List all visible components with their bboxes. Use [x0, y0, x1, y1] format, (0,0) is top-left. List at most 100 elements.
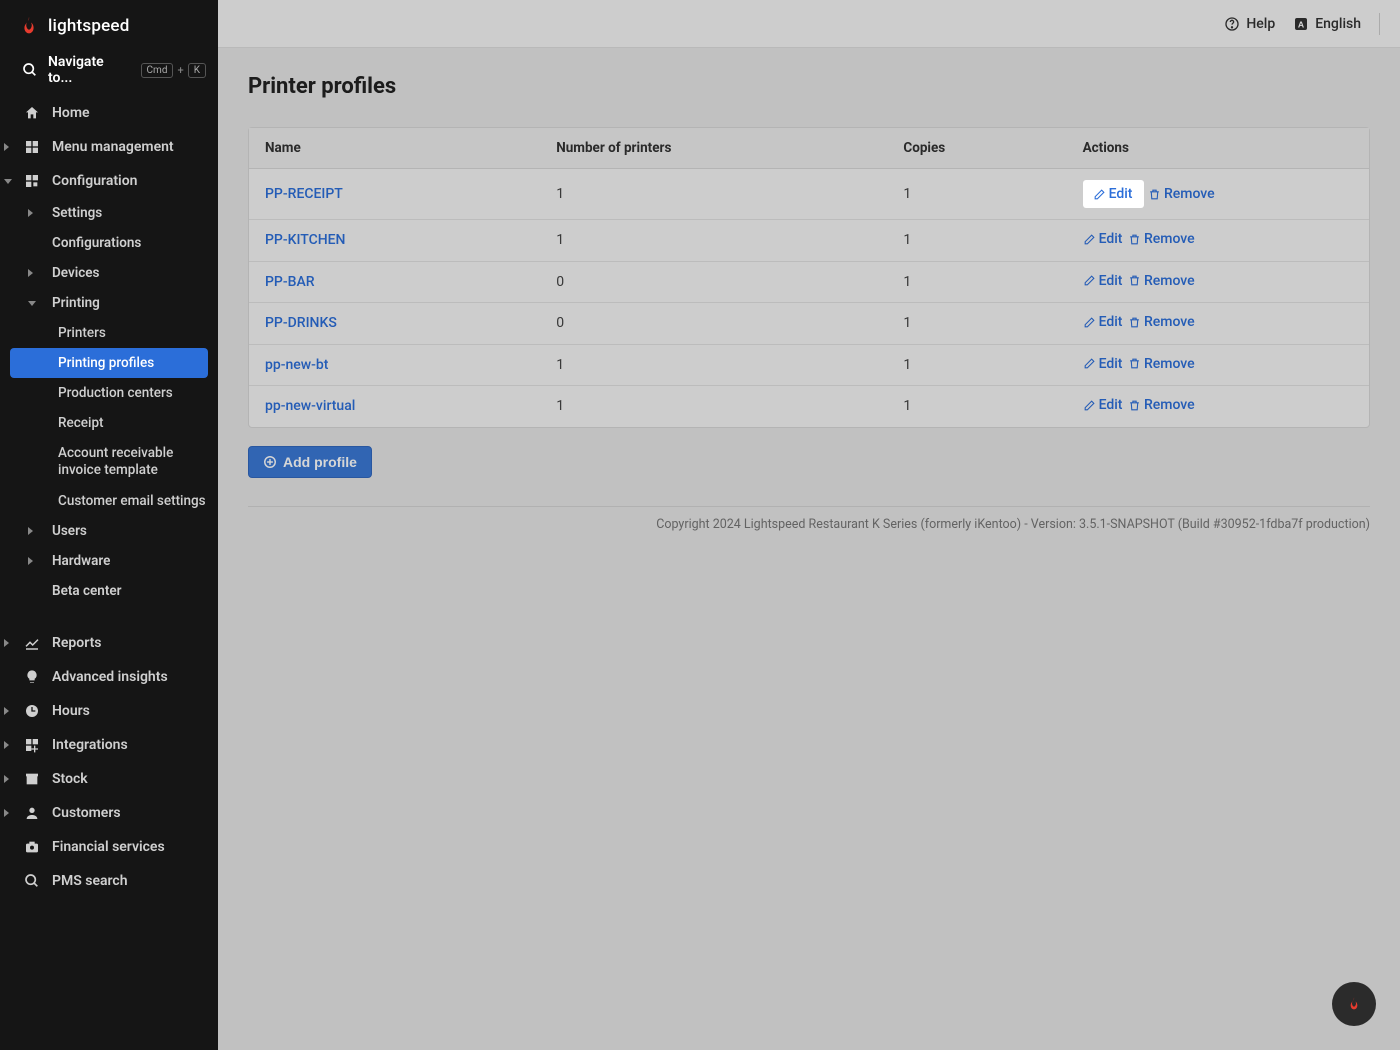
- sidebar-item-label: Hours: [52, 703, 90, 719]
- camera-icon: [22, 839, 42, 855]
- cell-actions: Edit Remove: [1067, 220, 1369, 262]
- profile-name-link[interactable]: pp-new-bt: [265, 357, 328, 373]
- sidebar-subsub-ar-invoice[interactable]: Account receivable invoice template: [0, 438, 218, 486]
- sidebar-subsub-printing-profiles[interactable]: Printing profiles: [10, 348, 208, 378]
- svg-text:A: A: [1298, 19, 1305, 29]
- edit-button[interactable]: Edit: [1083, 231, 1123, 247]
- sidebar-sub-devices[interactable]: Devices: [0, 258, 218, 288]
- edit-button[interactable]: Edit: [1083, 397, 1123, 413]
- sidebar-subsub-printers[interactable]: Printers: [0, 318, 218, 348]
- sidebar-item-customers[interactable]: Customers: [0, 796, 218, 830]
- page-title: Printer profiles: [248, 74, 1370, 99]
- chevron-down-icon: [4, 179, 12, 184]
- layout-icon: [22, 173, 42, 189]
- cell-printers: 1: [540, 169, 887, 220]
- remove-button[interactable]: Remove: [1128, 273, 1195, 289]
- plus-circle-icon: [263, 455, 277, 469]
- remove-button[interactable]: Remove: [1128, 314, 1195, 330]
- profile-name-link[interactable]: PP-BAR: [265, 274, 315, 290]
- sidebar-subsub-customer-email[interactable]: Customer email settings: [0, 486, 218, 516]
- chevron-right-icon: [28, 557, 33, 565]
- edit-button[interactable]: Edit: [1083, 273, 1123, 289]
- sidebar-item-pms-search[interactable]: PMS search: [0, 864, 218, 898]
- cell-printers: 1: [540, 386, 887, 427]
- sidebar-item-configuration[interactable]: Configuration: [0, 164, 218, 198]
- content: Printer profiles Name Number of printers…: [218, 48, 1400, 1050]
- remove-button[interactable]: Remove: [1128, 231, 1195, 247]
- chevron-right-icon: [4, 775, 9, 783]
- cell-copies: 1: [887, 220, 1066, 262]
- sidebar-item-integrations[interactable]: Integrations: [0, 728, 218, 762]
- chevron-right-icon: [4, 639, 9, 647]
- profiles-table-card: Name Number of printers Copies Actions P…: [248, 127, 1370, 428]
- sidebar-item-label: Production centers: [58, 385, 173, 401]
- chevron-right-icon: [4, 707, 9, 715]
- sidebar-item-advanced-insights[interactable]: Advanced insights: [0, 660, 218, 694]
- sidebar-item-label: Menu management: [52, 139, 174, 155]
- trash-icon: [1128, 399, 1141, 412]
- col-actions: Actions: [1067, 128, 1369, 169]
- cell-actions: Edit Remove: [1067, 169, 1369, 220]
- trash-icon: [1148, 188, 1161, 201]
- nav-search-placeholder: Navigate to...: [48, 54, 131, 86]
- edit-icon: [1083, 357, 1096, 370]
- sidebar-item-menu-management[interactable]: Menu management: [0, 130, 218, 164]
- sidebar-sub-users[interactable]: Users: [0, 516, 218, 546]
- help-fab[interactable]: [1332, 982, 1376, 1026]
- cell-actions: Edit Remove: [1067, 261, 1369, 303]
- profile-name-link[interactable]: pp-new-virtual: [265, 398, 355, 414]
- sidebar-sub-configurations[interactable]: Configurations: [0, 228, 218, 258]
- sidebar-item-home[interactable]: Home: [0, 96, 218, 130]
- sidebar-sub-beta-center[interactable]: Beta center: [0, 576, 218, 606]
- sidebar-item-financial-services[interactable]: Financial services: [0, 830, 218, 864]
- search-icon: [22, 873, 42, 889]
- sidebar-sub-printing[interactable]: Printing: [0, 288, 218, 318]
- main-area: Help A English Printer profiles Name Num…: [218, 0, 1400, 1050]
- sidebar-subsub-production-centers[interactable]: Production centers: [0, 378, 218, 408]
- help-icon: [1224, 16, 1240, 32]
- sidebar: lightspeed Navigate to... Cmd + K Home M…: [0, 0, 218, 1050]
- chevron-right-icon: [28, 269, 33, 277]
- chevron-right-icon: [4, 741, 9, 749]
- sidebar-item-hours[interactable]: Hours: [0, 694, 218, 728]
- sidebar-item-reports[interactable]: Reports: [0, 626, 218, 660]
- profile-name-link[interactable]: PP-RECEIPT: [265, 186, 343, 202]
- edit-button[interactable]: Edit: [1083, 356, 1123, 372]
- table-row: pp-new-virtual 1 1 Edit Remove: [249, 386, 1369, 427]
- language-label: English: [1315, 16, 1361, 32]
- sidebar-item-label: Devices: [52, 265, 100, 281]
- sidebar-item-label: Printing profiles: [58, 355, 154, 371]
- remove-button[interactable]: Remove: [1148, 186, 1215, 202]
- nav-search[interactable]: Navigate to... Cmd + K: [0, 46, 218, 96]
- footer-copyright: Copyright 2024 Lightspeed Restaurant K S…: [248, 506, 1370, 532]
- help-button[interactable]: Help: [1224, 16, 1275, 32]
- search-icon: [22, 62, 38, 78]
- cell-printers: 1: [540, 344, 887, 386]
- remove-button[interactable]: Remove: [1128, 356, 1195, 372]
- cell-printers: 0: [540, 303, 887, 345]
- trash-icon: [1128, 357, 1141, 370]
- box-icon: [22, 771, 42, 787]
- language-selector[interactable]: A English: [1293, 16, 1361, 32]
- add-profile-button[interactable]: Add profile: [248, 446, 372, 478]
- sidebar-item-label: Beta center: [52, 583, 121, 599]
- profiles-table: Name Number of printers Copies Actions P…: [249, 128, 1369, 427]
- remove-button[interactable]: Remove: [1128, 397, 1195, 413]
- profile-name-link[interactable]: PP-DRINKS: [265, 315, 337, 331]
- sidebar-subsub-receipt[interactable]: Receipt: [0, 408, 218, 438]
- profile-name-link[interactable]: PP-KITCHEN: [265, 232, 346, 248]
- edit-icon: [1083, 274, 1096, 287]
- edit-button[interactable]: Edit: [1083, 314, 1123, 330]
- topbar: Help A English: [218, 0, 1400, 48]
- sidebar-item-label: Users: [52, 523, 87, 539]
- edit-button[interactable]: Edit: [1093, 186, 1133, 202]
- trash-icon: [1128, 233, 1141, 246]
- cell-copies: 1: [887, 344, 1066, 386]
- sidebar-item-label: Configurations: [52, 235, 141, 251]
- sidebar-sub-hardware[interactable]: Hardware: [0, 546, 218, 576]
- sidebar-item-label: Customer email settings: [58, 493, 206, 509]
- edit-icon: [1083, 316, 1096, 329]
- chevron-right-icon: [4, 809, 9, 817]
- sidebar-item-stock[interactable]: Stock: [0, 762, 218, 796]
- sidebar-sub-settings[interactable]: Settings: [0, 198, 218, 228]
